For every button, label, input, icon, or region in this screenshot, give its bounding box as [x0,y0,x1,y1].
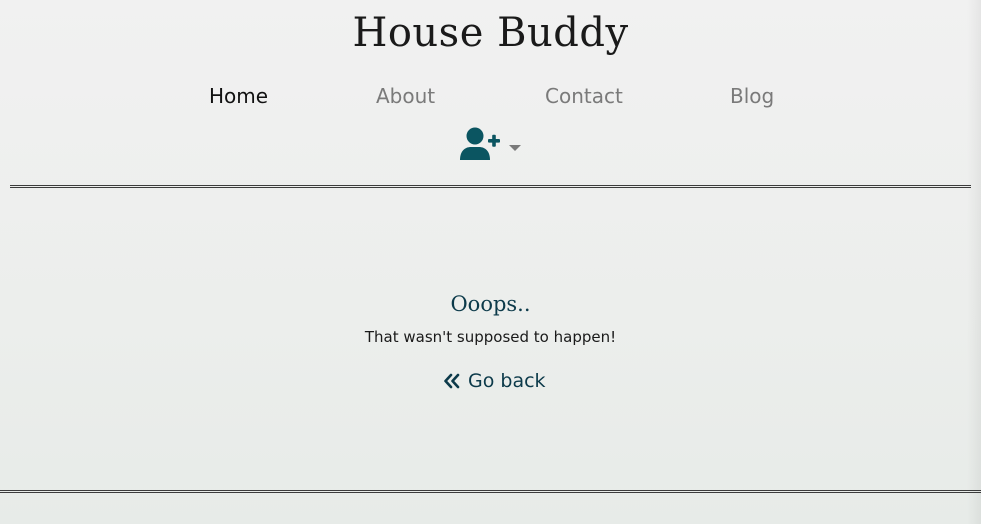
user-menu-dropdown[interactable] [459,126,525,162]
nav-item-home[interactable]: Home [209,84,268,108]
footer-divider [0,490,981,493]
caret-down-icon [509,145,521,151]
site-header: House Buddy Home About Contact Blog [10,0,971,190]
main-nav: Home About Contact Blog [10,84,971,112]
error-message: That wasn't supposed to happen! [364,328,617,346]
nav-item-contact[interactable]: Contact [545,84,623,108]
nav-item-about[interactable]: About [376,84,435,108]
nav-item-blog[interactable]: Blog [730,84,774,108]
error-title: Ooops.. [450,292,531,316]
header-divider [10,185,971,188]
user-plus-icon [460,127,500,160]
go-back-label: Go back [468,370,546,392]
site-title[interactable]: House Buddy [10,10,971,56]
double-chevron-left-icon [444,373,460,389]
go-back-link[interactable]: Go back [442,368,546,394]
